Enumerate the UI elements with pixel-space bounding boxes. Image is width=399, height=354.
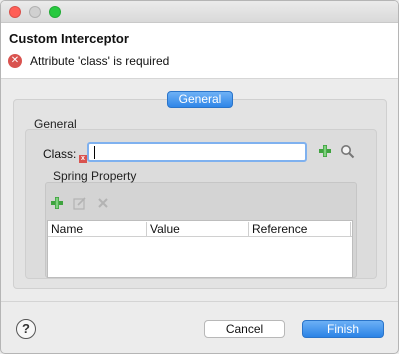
add-property-icon[interactable] <box>49 196 65 212</box>
column-divider <box>146 222 147 236</box>
title-bar <box>1 1 398 23</box>
edit-property-icon[interactable] <box>72 196 88 212</box>
table-header: Name Value Reference <box>48 221 352 237</box>
dialog-header: Custom Interceptor ✕ Attribute 'class' i… <box>1 23 398 79</box>
dialog-window: Custom Interceptor ✕ Attribute 'class' i… <box>0 0 399 354</box>
cancel-button[interactable]: Cancel <box>204 320 285 338</box>
general-group-legend: General <box>34 117 77 131</box>
zoom-window-button[interactable] <box>49 6 61 18</box>
footer-divider <box>1 301 398 302</box>
close-window-button[interactable] <box>9 6 21 18</box>
tab-general[interactable]: General <box>167 91 233 108</box>
search-icon[interactable] <box>339 144 355 160</box>
finish-button[interactable]: Finish <box>302 320 384 338</box>
error-icon: ✕ <box>8 54 22 68</box>
column-header-value[interactable]: Value <box>150 222 180 236</box>
column-divider <box>350 222 351 236</box>
error-message: Attribute 'class' is required <box>30 54 170 68</box>
minimize-window-button[interactable] <box>29 6 41 18</box>
class-input[interactable] <box>87 142 307 162</box>
text-caret <box>94 146 95 159</box>
delete-property-icon[interactable] <box>95 196 111 212</box>
property-table[interactable]: Name Value Reference <box>47 220 353 278</box>
add-class-icon[interactable] <box>317 144 333 160</box>
field-error-icon: x <box>79 155 87 163</box>
help-button[interactable]: ? <box>16 319 36 339</box>
column-divider <box>248 222 249 236</box>
column-header-name[interactable]: Name <box>51 222 83 236</box>
spring-property-legend: Spring Property <box>53 169 137 183</box>
dialog-title: Custom Interceptor <box>9 31 129 46</box>
class-label: Class: <box>43 147 77 161</box>
column-header-reference[interactable]: Reference <box>252 222 307 236</box>
